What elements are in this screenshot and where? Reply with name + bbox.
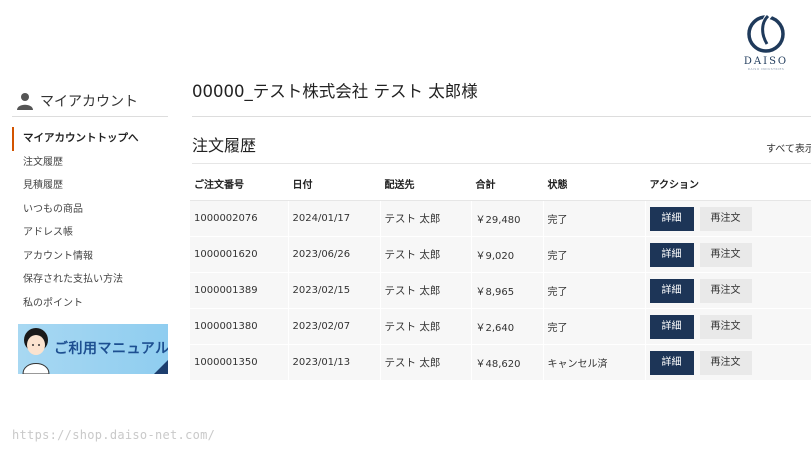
reorder-button[interactable]: 再注文 — [699, 314, 752, 339]
detail-button[interactable]: 詳細 — [649, 314, 694, 339]
order-number-cell: 1000001380 — [190, 308, 288, 345]
date-cell: 2023/06/26 — [287, 236, 380, 273]
sidebar-item-address-book[interactable]: アドレス帳 — [12, 221, 168, 245]
sidebar-item-account-top[interactable]: マイアカウントトップへ — [12, 127, 168, 151]
detail-button[interactable]: 詳細 — [649, 350, 694, 375]
reorder-button[interactable]: 再注文 — [699, 350, 752, 375]
sidebar-item-saved-payments[interactable]: 保存された支払い方法 — [12, 268, 168, 292]
detail-button[interactable]: 詳細 — [649, 278, 694, 303]
action-cell: 詳細 再注文 — [644, 272, 811, 309]
action-cell: 詳細 再注文 — [644, 236, 811, 273]
detail-button[interactable]: 詳細 — [649, 242, 694, 267]
detail-button[interactable]: 詳細 — [649, 206, 694, 231]
brand-name: DAISO — [743, 56, 789, 67]
sidebar-header: マイアカウント — [12, 86, 168, 117]
total-cell: ￥9,020 — [470, 236, 543, 273]
sidebar-title: マイアカウント — [40, 94, 138, 110]
total-cell: ￥8,965 — [470, 272, 543, 309]
sidebar-item-account-info[interactable]: アカウント情報 — [12, 245, 168, 269]
table-row: 1000001380 2023/02/07 テスト 太郎 ￥2,640 完了 詳… — [190, 308, 811, 345]
reorder-button[interactable]: 再注文 — [699, 242, 752, 267]
ship-to-cell: テスト 太郎 — [379, 236, 471, 273]
account-sidebar: マイアカウント マイアカウントトップへ 注文履歴 見積履歴 いつもの商品 アドレ… — [12, 86, 168, 374]
sidebar-item-quote-history[interactable]: 見積履歴 — [12, 174, 168, 198]
date-cell: 2024/01/17 — [287, 200, 380, 237]
order-number-cell: 1000002076 — [190, 200, 288, 237]
ship-to-cell: テスト 太郎 — [379, 344, 471, 381]
sidebar-menu: マイアカウントトップへ 注文履歴 見積履歴 いつもの商品 アドレス帳 アカウント… — [12, 127, 168, 315]
date-cell: 2023/01/13 — [287, 344, 380, 381]
total-cell: ￥48,620 — [470, 344, 543, 381]
sidebar-item-order-history[interactable]: 注文履歴 — [12, 151, 168, 175]
status-cell: 完了 — [542, 236, 645, 273]
person-illustration-icon — [22, 328, 50, 374]
date-cell: 2023/02/15 — [287, 272, 380, 309]
order-number-cell: 1000001350 — [190, 344, 288, 381]
reorder-button[interactable]: 再注文 — [699, 278, 752, 303]
page-title: 00000_テスト株式会社 テスト 太郎様 — [192, 82, 478, 101]
action-cell: 詳細 再注文 — [644, 344, 811, 381]
order-number-cell: 1000001389 — [190, 272, 288, 309]
header-total: 合計 — [470, 166, 543, 201]
title-divider — [192, 116, 811, 117]
status-cell: 完了 — [542, 200, 645, 237]
header-ship-to: 配送先 — [379, 166, 471, 201]
status-cell: 完了 — [542, 272, 645, 309]
action-cell: 詳細 再注文 — [644, 200, 811, 237]
date-cell: 2023/02/07 — [287, 308, 380, 345]
table-row: 1000001350 2023/01/13 テスト 太郎 ￥48,620 キャン… — [190, 344, 811, 381]
table-header-row: ご注文番号 日付 配送先 合計 状態 アクション — [190, 166, 811, 201]
status-cell: キャンセル済 — [542, 344, 645, 381]
table-row: 1000002076 2024/01/17 テスト 太郎 ￥29,480 完了 … — [190, 200, 811, 237]
daiso-logo[interactable]: DAISO DAISO INDUSTRIES — [738, 12, 794, 71]
sidebar-item-usual-products[interactable]: いつもの商品 — [12, 198, 168, 222]
order-number-cell: 1000001620 — [190, 236, 288, 273]
header-order-number: ご注文番号 — [190, 166, 288, 201]
reorder-button[interactable]: 再注文 — [699, 206, 752, 231]
banner-corner — [154, 360, 168, 374]
table-row: 1000001389 2023/02/15 テスト 太郎 ￥8,965 完了 詳… — [190, 272, 811, 309]
total-cell: ￥2,640 — [470, 308, 543, 345]
ship-to-cell: テスト 太郎 — [379, 200, 471, 237]
view-all-link[interactable]: すべて表示 — [766, 140, 811, 155]
total-cell: ￥29,480 — [470, 200, 543, 237]
daiso-logo-mark-icon — [747, 12, 785, 53]
user-icon — [17, 93, 33, 110]
header-action: アクション — [644, 166, 811, 201]
action-cell: 詳細 再注文 — [644, 308, 811, 345]
table-row: 1000001620 2023/06/26 テスト 太郎 ￥9,020 完了 詳… — [190, 236, 811, 273]
order-history-table: ご注文番号 日付 配送先 合計 状態 アクション 1000002076 2024… — [190, 166, 811, 381]
page-url-watermark: https://shop.daiso-net.com/ — [12, 428, 216, 442]
user-manual-banner[interactable]: ご利用マニュアル — [18, 324, 168, 374]
section-divider — [192, 163, 811, 164]
status-cell: 完了 — [542, 308, 645, 345]
header-status: 状態 — [542, 166, 645, 201]
banner-label: ご利用マニュアル — [54, 341, 168, 357]
ship-to-cell: テスト 太郎 — [379, 272, 471, 309]
brand-tagline: DAISO INDUSTRIES — [747, 67, 785, 71]
section-title: 注文履歴 — [192, 136, 257, 155]
sidebar-item-my-points[interactable]: 私のポイント — [12, 292, 168, 316]
ship-to-cell: テスト 太郎 — [379, 308, 471, 345]
header-date: 日付 — [287, 166, 380, 201]
